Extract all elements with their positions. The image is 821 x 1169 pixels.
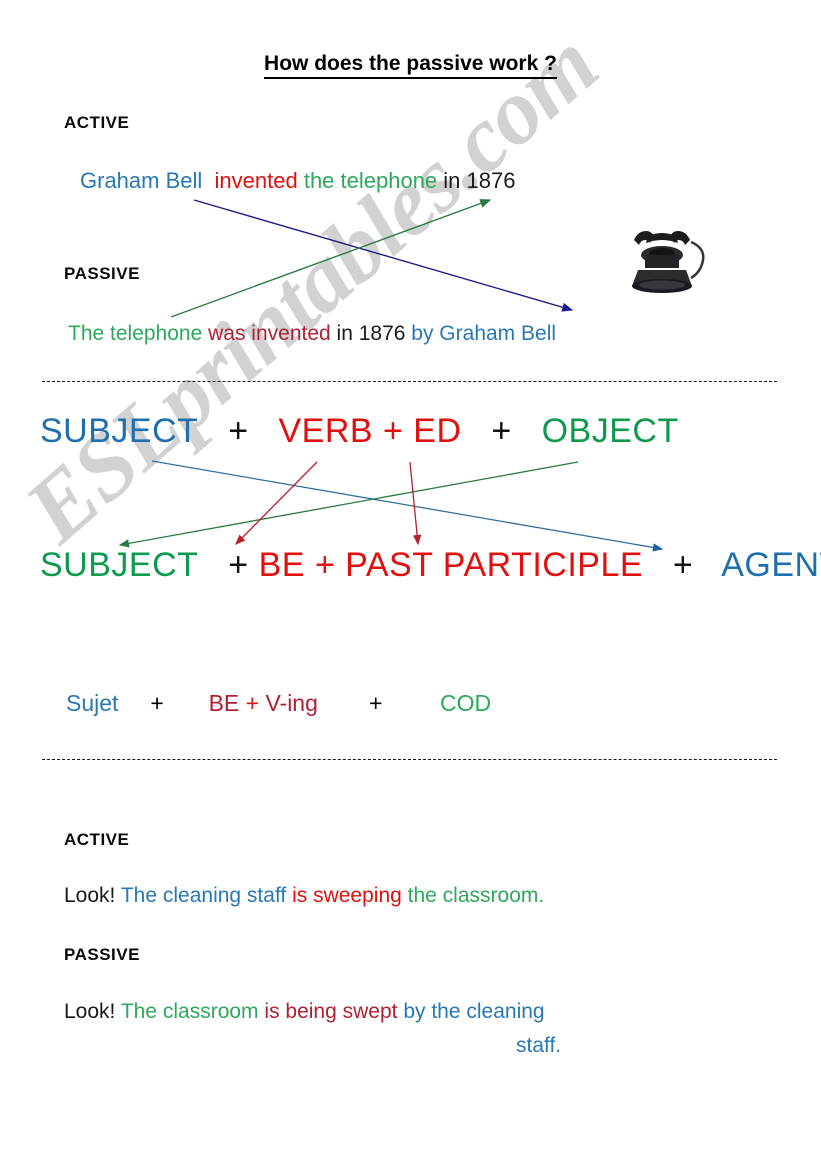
passive-formula-verb: BE + PAST PARTICIPLE [258,546,644,584]
passive2-verb: is being swept [264,1000,398,1023]
passive2-intro: Look! [64,1000,116,1023]
active-formula-verb: VERB + ED [278,412,462,450]
page-title-text: How does the passive work ? [264,52,557,79]
worksheet-page: ESLprintables.com How does the passive w… [0,0,821,1169]
divider-2 [42,759,777,760]
active2-subject: The cleaning staff [120,884,287,907]
section1-passive-label: PASSIVE [64,264,140,283]
french-formula: Sujet + BE + V-ing + COD [66,690,491,717]
section1-active-sentence: Graham Bell invented the telephone in 18… [80,168,515,194]
french-formula-be: BE [208,690,240,716]
passive-subject: The telephone [68,322,203,345]
section3-passive-sentence-line1: Look! The classroom is being swept by th… [64,1000,545,1024]
passive-formula-plus-1: + [228,546,249,584]
passive-formula: SUBJECT + BE + PAST PARTICIPLE + AGENT [40,546,821,585]
active-time: in 1876 [443,168,516,193]
passive-agent: by Graham Bell [411,322,557,345]
french-formula-subject: Sujet [66,690,119,716]
active-formula-subject: SUBJECT [40,412,199,450]
page-title: How does the passive work ? [0,52,821,79]
section1-active-label: ACTIVE [64,113,130,132]
active-formula-plus-2: + [491,412,512,450]
active-formula-plus-1: + [228,412,249,450]
passive-verb: was invented [208,322,331,345]
passive2-agent-line2: staff. [516,1034,562,1057]
passive-formula-plus-2: + [672,546,694,584]
section3-active-sentence: Look! The cleaning staff is sweeping the… [64,884,544,908]
active2-object: the classroom. [407,884,545,907]
divider-1 [42,381,777,382]
active2-intro: Look! [64,884,116,907]
passive-formula-agent: AGENT [721,546,821,584]
active-verb: invented [214,168,298,193]
active2-verb: is sweeping [292,884,402,907]
section3-active-label: ACTIVE [64,830,130,849]
active-object: the telephone [303,168,438,193]
french-formula-plus-1: + [150,690,164,716]
french-formula-plus-mid: + [245,690,260,716]
active-formula: SUBJECT + VERB + ED + OBJECT [40,412,679,451]
french-formula-plus-2: + [369,690,383,716]
french-formula-cod: COD [439,690,492,716]
active-subject: Graham Bell [80,168,203,193]
section3-passive-label: PASSIVE [64,945,140,964]
passive2-subject: The classroom [120,1000,259,1023]
passive-time: in 1876 [336,322,406,345]
passive2-agent-line1: by the cleaning [403,1000,545,1023]
active-formula-object: OBJECT [541,412,679,450]
passive-formula-subject: SUBJECT [40,546,199,584]
rotary-telephone-icon [632,231,705,293]
french-formula-ving: V-ing [265,690,318,716]
section1-passive-sentence: The telephone was invented in 1876 by Gr… [68,322,556,346]
